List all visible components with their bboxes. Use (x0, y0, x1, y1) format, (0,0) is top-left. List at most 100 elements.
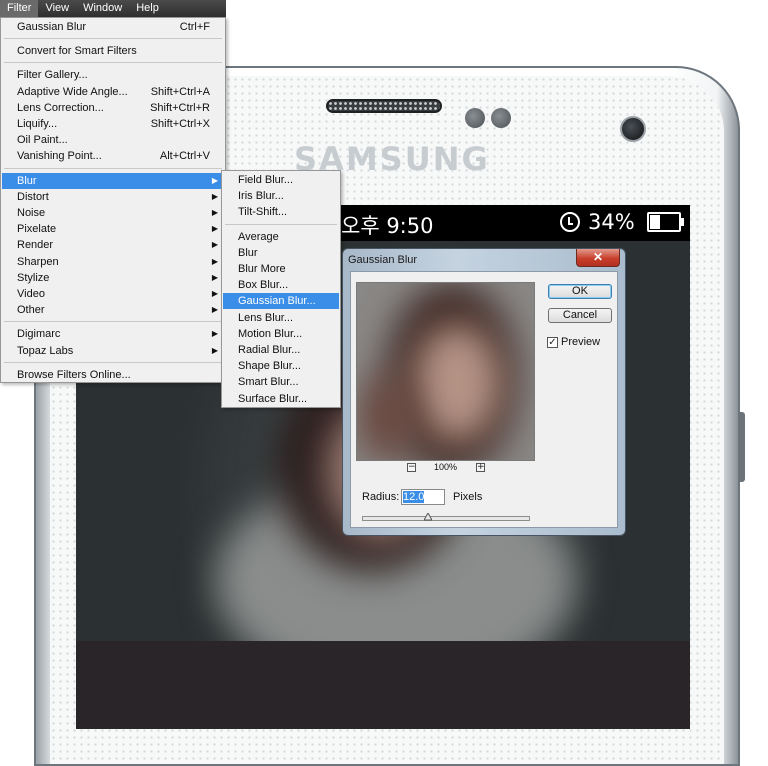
alarm-clock-icon (560, 212, 580, 232)
menu-item-video[interactable]: Video ▶ (2, 286, 224, 302)
radius-field[interactable]: 12.0 (401, 489, 445, 505)
speaker-grille (326, 99, 442, 113)
menubar-view[interactable]: View (38, 0, 76, 17)
menubar-help[interactable]: Help (129, 0, 166, 17)
menu-item-label: Convert for Smart Filters (17, 45, 137, 58)
gaussian-blur-dialog: Gaussian Blur ✕ − 100% + OK Cancel ✓ Pre… (342, 248, 626, 536)
menu-item-distort[interactable]: Distort ▶ (2, 189, 224, 205)
menu-item-label: Oil Paint... (17, 134, 68, 147)
blur-item-field-blur[interactable]: Field Blur... (223, 172, 339, 188)
zoom-out-button[interactable]: − (407, 463, 416, 472)
menu-item-browse-filters-online[interactable]: Browse Filters Online... (2, 367, 224, 383)
menu-item-label: Radial Blur... (238, 344, 301, 356)
menu-item-blur[interactable]: Blur ▶ (2, 172, 224, 189)
preview-label: Preview (561, 336, 601, 348)
radius-unit: Pixels (453, 491, 483, 503)
triangle-right-icon: ▶ (211, 272, 218, 282)
menu-item-shortcut: Shift+Ctrl+X (150, 118, 210, 130)
menu-item-label: Motion Blur... (238, 327, 303, 340)
menu-item-gaussian-blur[interactable]: Gaussian Blur Ctrl+F (2, 19, 224, 35)
menu-item-shortcut: Alt+Ctrl+V (159, 150, 210, 163)
status-icons: 34% (560, 210, 684, 234)
triangle-right-icon: ▶ (211, 224, 218, 234)
blur-item-shape-blur[interactable]: Shape Blur... (223, 358, 339, 374)
blur-item-motion-blur[interactable]: Motion Blur... (223, 326, 339, 342)
menu-item-filter-gallery[interactable]: Filter Gallery... (2, 67, 224, 83)
preview-checkbox[interactable]: ✓ (547, 337, 558, 348)
menu-item-label: Liquify... (17, 118, 58, 130)
cancel-button[interactable]: Cancel (548, 308, 612, 323)
menu-item-label: Average (238, 230, 279, 243)
menu-item-label: Surface Blur... (238, 392, 308, 405)
menu-item-render[interactable]: Render ▶ (2, 237, 224, 253)
zoom-level: 100% (434, 462, 458, 472)
blur-item-smart-blur[interactable]: Smart Blur... (223, 374, 339, 390)
battery-percent: 34% (588, 210, 635, 234)
close-icon[interactable]: ✕ (576, 249, 620, 267)
ok-button[interactable]: OK (548, 284, 612, 299)
triangle-right-icon: ▶ (211, 208, 218, 217)
menu-separator (4, 321, 222, 323)
menu-item-shortcut: Shift+Ctrl+A (150, 85, 210, 98)
menu-item-topaz-labs[interactable]: Topaz Labs ▶ (2, 343, 224, 359)
menu-item-liquify[interactable]: Liquify... Shift+Ctrl+X (2, 116, 224, 132)
menu-item-adaptive-wide-angle[interactable]: Adaptive Wide Angle... Shift+Ctrl+A (2, 84, 224, 100)
preview-shoulder (357, 373, 417, 460)
menu-item-label: Vanishing Point... (17, 150, 102, 163)
menu-item-label: Box Blur... (238, 279, 289, 292)
menu-separator (4, 62, 222, 64)
menubar-window[interactable]: Window (76, 0, 129, 17)
menu-item-vanishing-point[interactable]: Vanishing Point... Alt+Ctrl+V (2, 148, 224, 164)
menu-item-noise[interactable]: Noise ▶ (2, 205, 224, 221)
menu-item-convert-for-smart-filters[interactable]: Convert for Smart Filters (2, 43, 224, 59)
menu-item-label: Noise (17, 207, 46, 219)
menu-item-stylize[interactable]: Stylize ▶ (2, 270, 224, 286)
menu-item-lens-correction[interactable]: Lens Correction... Shift+Ctrl+R (2, 100, 224, 116)
blur-item-gaussian-blur[interactable]: Gaussian Blur... (223, 293, 339, 310)
menu-item-label: Shape Blur... (238, 360, 301, 373)
zoom-in-button[interactable]: + (476, 463, 485, 472)
menu-item-label: Video (17, 288, 45, 300)
menu-item-sharpen[interactable]: Sharpen ▶ (2, 254, 224, 270)
menu-item-label: Blur (17, 174, 37, 187)
menu-item-label: Iris Blur... (238, 190, 284, 203)
menu-item-label: Adaptive Wide Angle... (17, 85, 128, 98)
blur-item-lens-blur[interactable]: Lens Blur... (223, 310, 339, 326)
menu-item-pixelate[interactable]: Pixelate ▶ (2, 221, 224, 237)
blur-item-radial-blur[interactable]: Radial Blur... (223, 342, 339, 358)
blur-item-average[interactable]: Average (223, 229, 339, 245)
menu-item-shortcut: Shift+Ctrl+R (150, 101, 210, 114)
menu-item-label: Blur More (238, 263, 286, 275)
menubar-filter[interactable]: Filter (0, 0, 39, 17)
front-camera-icon (620, 116, 646, 142)
triangle-right-icon: ▶ (211, 289, 218, 298)
menu-item-label: Other (17, 304, 45, 317)
blur-item-box-blur[interactable]: Box Blur... (223, 277, 339, 293)
blur-item-iris-blur[interactable]: Iris Blur... (223, 188, 339, 204)
menu-item-other[interactable]: Other ▶ (2, 302, 224, 318)
menu-item-shortcut: Ctrl+F (179, 21, 210, 33)
menu-item-oil-paint[interactable]: Oil Paint... (2, 132, 224, 148)
menu-separator (225, 223, 337, 225)
blur-item-blur[interactable]: Blur (223, 245, 339, 261)
menu-item-digimarc[interactable]: Digimarc ▶ (2, 326, 224, 342)
menu-item-label: Lens Blur... (238, 311, 294, 324)
light-sensor (491, 108, 511, 128)
blur-item-surface-blur[interactable]: Surface Blur... (223, 391, 339, 407)
radius-slider-thumb[interactable] (424, 513, 433, 521)
dialog-body: − 100% + OK Cancel ✓ Preview Radius: 12.… (350, 271, 618, 528)
menu-item-label: Tilt-Shift... (238, 206, 288, 219)
menu-item-label: Smart Blur... (238, 376, 299, 389)
menu-item-label: Pixelate (17, 223, 57, 236)
preview-image[interactable] (356, 282, 535, 461)
menu-separator (4, 361, 222, 363)
radius-label: Radius: (362, 491, 400, 503)
triangle-right-icon: ▶ (211, 256, 218, 266)
dialog-title: Gaussian Blur (348, 254, 418, 266)
triangle-right-icon: ▶ (211, 175, 218, 185)
radius-slider-track[interactable] (362, 516, 530, 521)
blur-item-tilt-shift[interactable]: Tilt-Shift... (223, 204, 339, 220)
menu-item-label: Gaussian Blur (17, 21, 87, 33)
menu-item-label: Gaussian Blur... (238, 295, 316, 308)
blur-item-blur-more[interactable]: Blur More (223, 261, 339, 277)
